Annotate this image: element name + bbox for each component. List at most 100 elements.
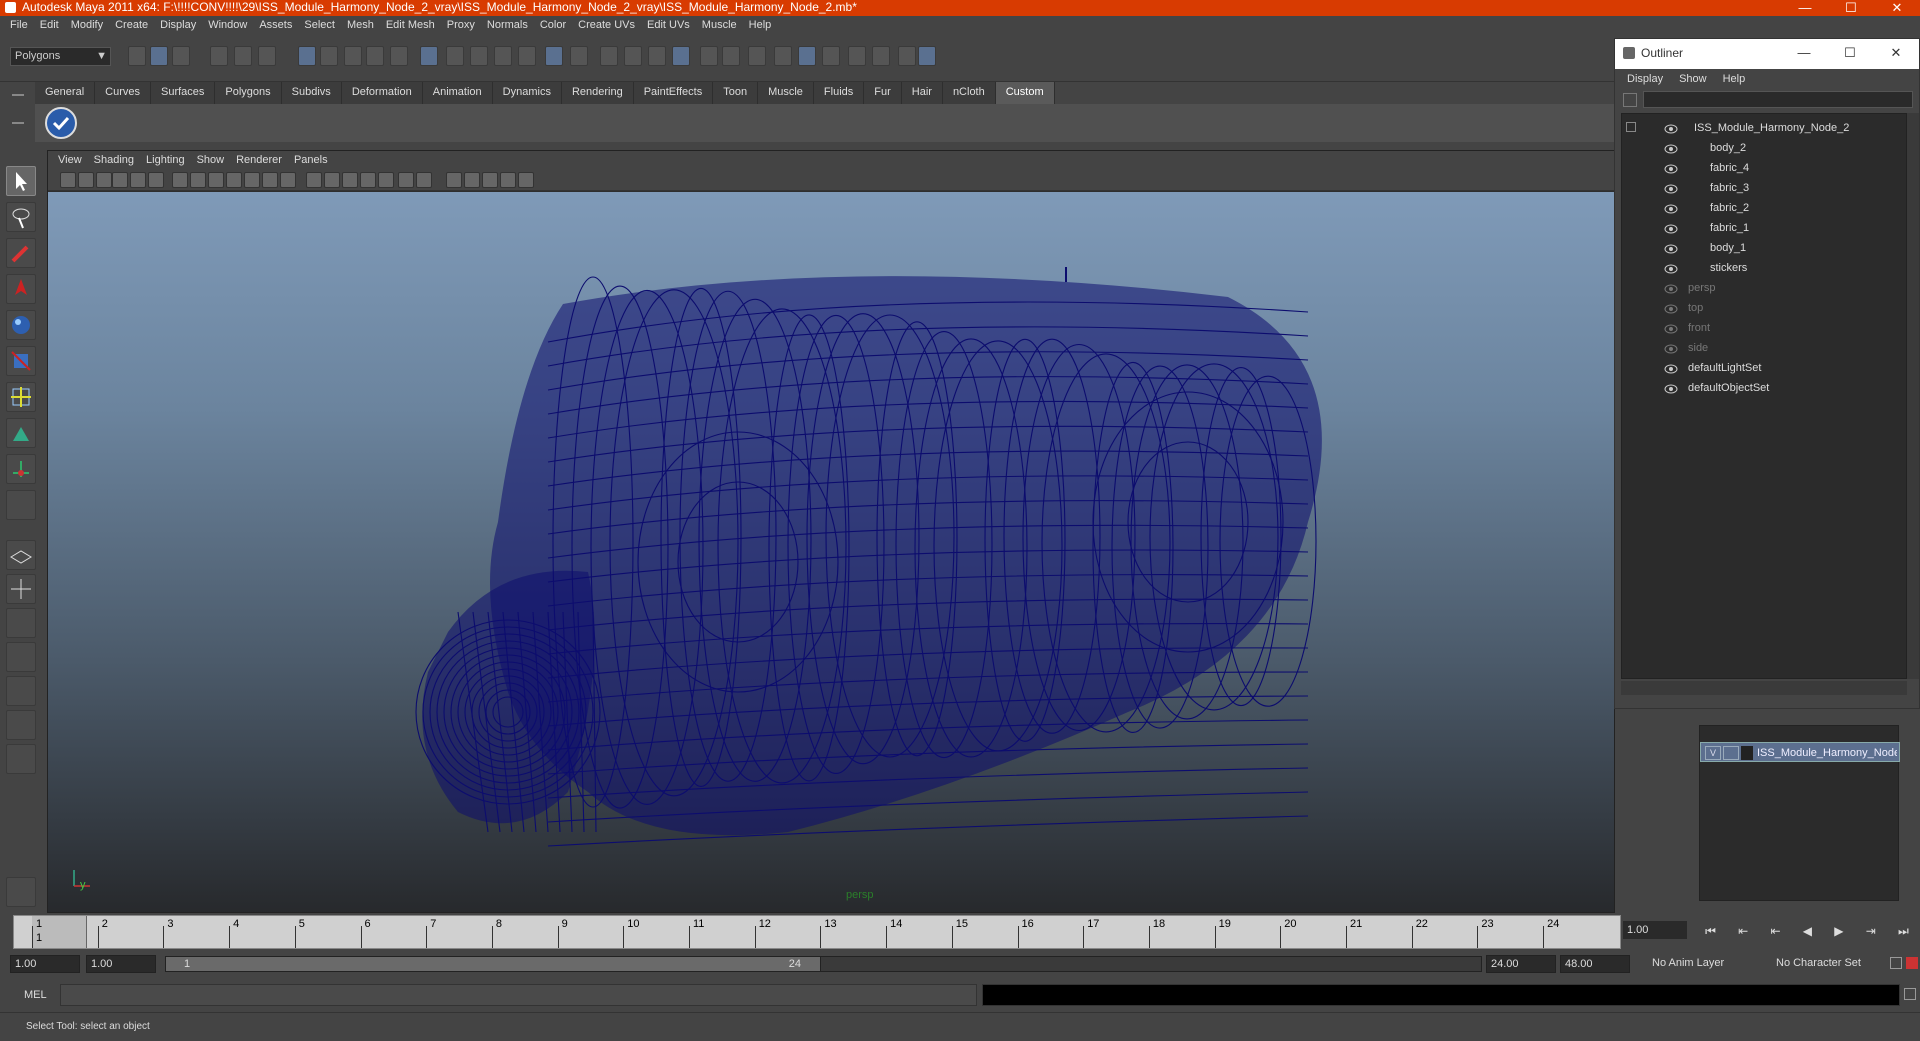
camera-attributes-icon[interactable] — [96, 172, 112, 188]
menu-color[interactable]: Color — [534, 16, 572, 34]
outliner-minimize-button[interactable]: — — [1781, 39, 1827, 69]
use-all-lights-icon[interactable] — [360, 172, 376, 188]
anim-layer-dropdown[interactable]: No Anim Layer — [1648, 955, 1758, 973]
hypershade-icon[interactable] — [545, 46, 563, 66]
shelf-tab-custom[interactable]: Custom — [995, 82, 1055, 104]
highlight-selection-icon[interactable] — [648, 46, 666, 66]
outliner-menu-show[interactable]: Show — [1671, 73, 1715, 85]
select-by-hierarchy-icon[interactable] — [210, 46, 228, 66]
snap-point-icon[interactable] — [344, 46, 362, 66]
shelf-tab-hair[interactable]: Hair — [901, 82, 943, 104]
shelf-tab-toon[interactable]: Toon — [713, 82, 759, 104]
menu-mesh[interactable]: Mesh — [341, 16, 380, 34]
go-to-start-icon[interactable]: ⏮ — [1705, 924, 1716, 942]
close-button[interactable]: ✕ — [1874, 0, 1920, 16]
render-current-icon[interactable] — [700, 46, 718, 66]
menu-file[interactable]: File — [4, 16, 34, 34]
outliner-item-fabric_2[interactable]: fabric_2 — [1622, 198, 1906, 218]
step-back-key-icon[interactable]: ⇤ — [1738, 924, 1748, 942]
time-slider[interactable]: 1 1 2 3 4 5 6 7 8 9 10 11 12 13 14 15 16 17 18 19 20 21 22 23 2… — [13, 915, 1621, 949]
sidebar-toggle-icon[interactable] — [872, 46, 890, 66]
shelf-tab-general[interactable]: General — [35, 82, 96, 104]
layout-options-icon[interactable] — [6, 744, 36, 774]
bookmarks-icon[interactable] — [112, 172, 128, 188]
construction-history-icon[interactable] — [672, 46, 690, 66]
menu-edit-mesh[interactable]: Edit Mesh — [380, 16, 441, 34]
shelf-tab-surfaces[interactable]: Surfaces — [150, 82, 216, 104]
smooth-shade-icon[interactable] — [324, 172, 340, 188]
playback-start-field[interactable]: 1.00 — [86, 955, 156, 973]
menu-modify[interactable]: Modify — [65, 16, 109, 34]
snap-plane-icon[interactable] — [366, 46, 384, 66]
save-scene-icon[interactable] — [172, 46, 190, 66]
shelf-tab-subdivs[interactable]: Subdivs — [281, 82, 342, 104]
step-forward-frame-icon[interactable]: ⇥ — [1866, 924, 1876, 942]
outliner-item-defaultObjectSet[interactable]: defaultObjectSet — [1622, 378, 1906, 398]
outliner-item-fabric_1[interactable]: fabric_1 — [1622, 218, 1906, 238]
select-by-component-icon[interactable] — [258, 46, 276, 66]
help-icon[interactable] — [918, 46, 936, 66]
mel-input[interactable] — [60, 984, 977, 1006]
render-options-icon[interactable] — [748, 46, 766, 66]
channel-box-icon[interactable] — [798, 46, 816, 66]
ipr-render-icon[interactable] — [722, 46, 740, 66]
menu-muscle[interactable]: Muscle — [696, 16, 743, 34]
play-backwards-icon[interactable]: ◀ — [1803, 924, 1812, 942]
layer-editor-icon[interactable] — [848, 46, 866, 66]
select-camera-icon[interactable] — [60, 172, 76, 188]
custom-shelf-check-icon[interactable] — [45, 107, 77, 139]
grid-icon[interactable] — [148, 172, 164, 188]
select-by-object-icon[interactable] — [234, 46, 252, 66]
character-set-dropdown[interactable]: No Character Set — [1772, 955, 1882, 973]
shelf-tab-curves[interactable]: Curves — [95, 82, 151, 104]
hypershade-persp-layout-icon[interactable] — [6, 676, 36, 706]
viewport-menu-show[interactable]: Show — [191, 151, 231, 169]
gate-mask-icon[interactable] — [208, 172, 224, 188]
scale-tool-icon[interactable] — [6, 346, 36, 376]
shelf-tab-painteffects[interactable]: PaintEffects — [633, 82, 714, 104]
outliner-item-body_1[interactable]: body_1 — [1622, 238, 1906, 258]
menu-edit-uvs[interactable]: Edit UVs — [641, 16, 696, 34]
menu-create[interactable]: Create — [109, 16, 154, 34]
maximize-button[interactable]: ☐ — [1828, 0, 1874, 16]
shelf-tab-animation[interactable]: Animation — [422, 82, 493, 104]
outliner-item-front[interactable]: front — [1622, 318, 1906, 338]
range-slider-handle[interactable]: 1 24 — [166, 957, 821, 971]
modeling-toolkit-icon[interactable] — [898, 46, 916, 66]
shelf-menu-icon[interactable] — [12, 94, 24, 124]
hud-icon[interactable] — [518, 172, 534, 188]
iss-module-wireframe[interactable] — [48, 192, 1615, 913]
viewport-menu-shading[interactable]: Shading — [88, 151, 140, 169]
minimize-button[interactable]: — — [1782, 0, 1828, 16]
go-to-end-icon[interactable]: ⏭ — [1898, 924, 1909, 942]
paint-select-tool-icon[interactable] — [6, 238, 36, 268]
outliner-vertical-scrollbar[interactable] — [1907, 113, 1919, 679]
outliner-item-top[interactable]: top — [1622, 298, 1906, 318]
shadows-icon[interactable] — [378, 172, 394, 188]
wireframe-icon[interactable] — [306, 172, 322, 188]
outliner-item-root[interactable]: ISS_Module_Harmony_Node_2 — [1622, 118, 1906, 138]
safe-action-icon[interactable] — [244, 172, 260, 188]
animation-end-field[interactable]: 48.00 — [1560, 955, 1630, 973]
viewport-menu-panels[interactable]: Panels — [288, 151, 334, 169]
textured-icon[interactable] — [342, 172, 358, 188]
film-gate-icon[interactable] — [172, 172, 188, 188]
select-tool-icon[interactable] — [6, 166, 36, 196]
isolate-select-icon[interactable] — [416, 172, 432, 188]
last-tool-icon[interactable] — [6, 490, 36, 520]
viewport-menu-lighting[interactable]: Lighting — [140, 151, 191, 169]
snap-grid-icon[interactable] — [298, 46, 316, 66]
menu-help[interactable]: Help — [743, 16, 778, 34]
viewport-menu-renderer[interactable]: Renderer — [230, 151, 288, 169]
move-tool-icon[interactable] — [6, 274, 36, 304]
wireframe-on-shaded-icon[interactable] — [446, 172, 462, 188]
outliner-horizontal-scrollbar[interactable] — [1621, 681, 1907, 695]
layer-color-swatch[interactable] — [1741, 746, 1753, 760]
xray-joints-icon[interactable] — [464, 172, 480, 188]
outliner-menu-display[interactable]: Display — [1619, 73, 1671, 85]
resolution-gate-icon[interactable] — [190, 172, 206, 188]
outliner-item-side[interactable]: side — [1622, 338, 1906, 358]
shelf-tab-fluids[interactable]: Fluids — [813, 82, 865, 104]
default-quality-icon[interactable] — [500, 172, 516, 188]
history-icon[interactable] — [420, 46, 438, 66]
